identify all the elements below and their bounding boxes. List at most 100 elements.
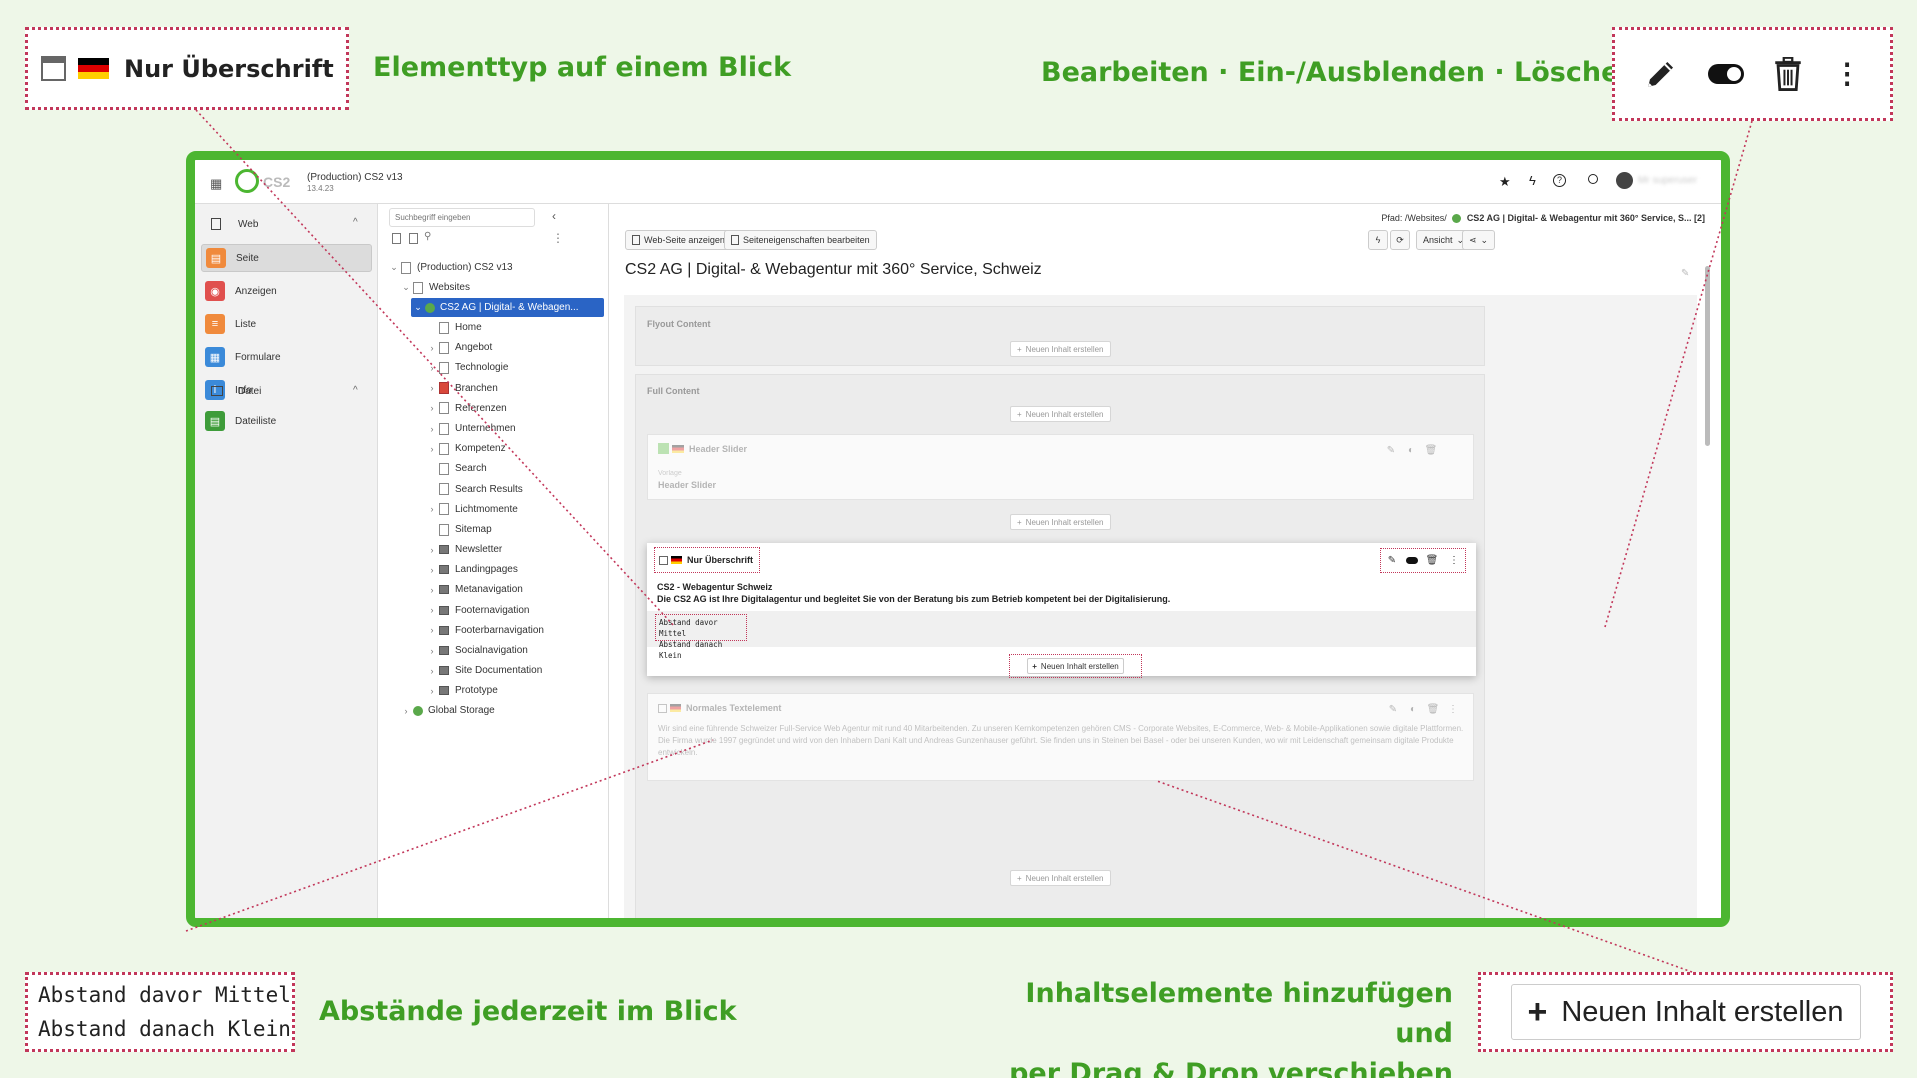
breadcrumb-current[interactable]: CS2 AG | Digital- & Webagentur mit 360° … <box>1467 213 1705 223</box>
tree-page-angebot[interactable]: › Angebot <box>425 338 492 357</box>
tree-folder-newsletter[interactable]: › Newsletter <box>425 540 503 559</box>
chevron-right-icon[interactable]: › <box>425 625 439 635</box>
chevron-right-icon[interactable]: › <box>425 585 439 595</box>
user-avatar-icon[interactable] <box>1616 172 1633 189</box>
chevron-right-icon[interactable]: › <box>399 706 413 716</box>
add-content-label: Neuen Inhalt erstellen <box>1025 517 1104 527</box>
more-vertical-icon[interactable]: ⋮ <box>1446 553 1462 569</box>
text-element[interactable]: Normales Textelement ✎ ◐ 🗑 ⋮ Wir sind eine … <box>647 693 1474 781</box>
search-icon[interactable] <box>1588 174 1598 184</box>
more-vertical-icon[interactable]: ⋮ <box>1833 60 1861 88</box>
add-content-button-large[interactable]: + Neuen Inhalt erstellen <box>1510 984 1861 1040</box>
trash-icon[interactable]: 🗑 <box>1424 553 1440 569</box>
publish-button[interactable]: ϟ <box>1368 230 1388 250</box>
edit-page-properties-button[interactable]: Seiteneigenschaften bearbeiten <box>724 230 877 250</box>
sidebar-item-formulare[interactable]: ▦ Formulare <box>201 343 372 371</box>
toggle-icon[interactable] <box>1406 557 1418 564</box>
tree-folder-socialnavigation[interactable]: › Socialnavigation <box>425 641 528 660</box>
copy-page-icon[interactable] <box>409 233 418 244</box>
bolt-icon[interactable]: ϟ <box>1529 173 1536 188</box>
tree-global-storage[interactable]: › Global Storage <box>399 701 495 720</box>
new-page-icon[interactable] <box>392 233 401 244</box>
cs2-logo[interactable] <box>235 169 259 193</box>
apps-grid-icon[interactable]: ▦ <box>210 176 222 192</box>
pencil-icon[interactable] <box>1644 57 1678 91</box>
add-content-button[interactable]: + Neuen Inhalt erstellen <box>1010 341 1111 357</box>
star-icon[interactable]: ★ <box>1499 174 1511 190</box>
tree-page-search-results[interactable]: Search Results <box>425 480 523 499</box>
chevron-down-icon[interactable]: ⌄ <box>411 302 425 313</box>
sidebar-item-dateiliste[interactable]: ▤ Dateiliste <box>201 407 372 435</box>
toggle-icon[interactable]: ◐ <box>1405 701 1421 717</box>
breadcrumb-path[interactable]: Pfad: /Websites/ <box>1381 213 1446 223</box>
sidebar-item-info[interactable]: i Info <box>201 376 372 404</box>
tree-websites[interactable]: ⌄ Websites <box>399 278 470 297</box>
pencil-icon[interactable]: ✎ <box>1384 553 1400 569</box>
tree-root[interactable]: ⌄ (Production) CS2 v13 <box>387 258 513 277</box>
view-website-button[interactable]: Web-Seite anzeigen <box>625 230 732 250</box>
user-name[interactable]: Mr superuser <box>1638 175 1697 186</box>
pencil-icon[interactable]: ✎ <box>1383 442 1399 458</box>
link-icon[interactable]: ⚲ <box>424 231 431 242</box>
chevron-right-icon[interactable]: › <box>425 363 439 373</box>
help-icon[interactable]: ? <box>1553 174 1566 187</box>
tree-page-referenzen[interactable]: › Referenzen <box>425 399 507 418</box>
active-element-card[interactable]: Nur Überschrift ✎ 🗑 ⋮ CS2 - Webagentur S… <box>647 543 1476 678</box>
tree-more-icon[interactable]: ⋮ <box>552 231 564 245</box>
refresh-button[interactable]: ⟳ <box>1390 230 1410 250</box>
chevron-right-icon[interactable]: › <box>425 424 439 434</box>
chevron-right-icon[interactable]: › <box>425 504 439 514</box>
tree-folder-prototype[interactable]: › Prototype <box>425 681 498 700</box>
tree-page-technologie[interactable]: › Technologie <box>425 358 508 377</box>
sidebar-item-seite[interactable]: ▤ Seite <box>201 244 372 272</box>
collapse-panel-icon[interactable]: ‹ <box>552 209 556 223</box>
share-dropdown[interactable]: ⋖ ⌄ <box>1462 230 1496 250</box>
tree-page-lichtmomente[interactable]: › Lichtmomente <box>425 500 518 519</box>
chevron-right-icon[interactable]: › <box>425 686 439 696</box>
tree-search-input[interactable] <box>389 208 535 227</box>
trash-icon[interactable] <box>1773 57 1803 91</box>
tree-page-search[interactable]: Search <box>425 459 487 478</box>
add-content-button[interactable]: + Neuen Inhalt erstellen <box>1010 870 1111 886</box>
scrollbar[interactable] <box>1705 266 1710 446</box>
sidebar-heading-web[interactable]: Web <box>238 219 258 230</box>
collapse-file-icon[interactable]: ^ <box>353 385 358 396</box>
header-slider-element[interactable]: Header Slider ✎ ◐ 🗑 Vorlage Header Slider <box>647 434 1474 500</box>
chevron-right-icon[interactable]: › <box>425 605 439 615</box>
tree-page-unternehmen[interactable]: › Unternehmen <box>425 419 516 438</box>
edit-title-icon[interactable]: ✎ <box>1681 268 1689 279</box>
add-content-button[interactable]: + Neuen Inhalt erstellen <box>1010 406 1111 422</box>
trash-icon[interactable]: 🗑 <box>1423 442 1439 458</box>
tree-page-home[interactable]: Home <box>425 318 482 337</box>
add-content-button[interactable]: + Neuen Inhalt erstellen <box>1010 514 1111 530</box>
chevron-right-icon[interactable]: › <box>425 403 439 413</box>
tree-page-branchen[interactable]: › Branchen <box>425 379 498 398</box>
chevron-right-icon[interactable]: › <box>425 343 439 353</box>
sidebar-item-anzeigen[interactable]: ◉ Anzeigen <box>201 277 372 305</box>
more-vertical-icon[interactable]: ⋮ <box>1445 701 1461 717</box>
trash-icon[interactable]: 🗑 <box>1425 701 1441 717</box>
chevron-right-icon[interactable]: › <box>425 545 439 555</box>
sidebar-item-liste[interactable]: ≡ Liste <box>201 310 372 338</box>
tree-page-sitemap[interactable]: Sitemap <box>425 520 492 539</box>
chevron-right-icon[interactable]: › <box>425 646 439 656</box>
chevron-right-icon[interactable]: › <box>425 444 439 454</box>
pencil-icon[interactable]: ✎ <box>1385 701 1401 717</box>
tree-page-kompetenz[interactable]: › Kompetenz <box>425 439 506 458</box>
chevron-down-icon[interactable]: ⌄ <box>387 262 401 273</box>
tree-folder-metanavigation[interactable]: › Metanavigation <box>425 580 523 599</box>
collapse-web-icon[interactable]: ^ <box>353 217 358 228</box>
tree-folder-footerbarnavigation[interactable]: › Footerbarnavigation <box>425 621 544 640</box>
sidebar-heading-file[interactable]: Datei <box>238 386 261 397</box>
chevron-right-icon[interactable]: › <box>425 666 439 676</box>
toggle-icon[interactable] <box>1707 64 1744 84</box>
chevron-right-icon[interactable]: › <box>425 383 439 393</box>
tree-folder-site-documentation[interactable]: › Site Documentation <box>425 661 543 680</box>
chevron-right-icon[interactable]: › <box>425 565 439 575</box>
toggle-icon[interactable]: ◐ <box>1403 442 1419 458</box>
chevron-down-icon[interactable]: ⌄ <box>399 282 413 293</box>
add-content-button[interactable]: + Neuen Inhalt erstellen <box>1027 658 1124 674</box>
tree-site[interactable]: ⌄ CS2 AG | Digital- & Webagen... <box>411 298 604 317</box>
tree-folder-footernavigation[interactable]: › Footernavigation <box>425 601 530 620</box>
tree-folder-landingpages[interactable]: › Landingpages <box>425 560 518 579</box>
